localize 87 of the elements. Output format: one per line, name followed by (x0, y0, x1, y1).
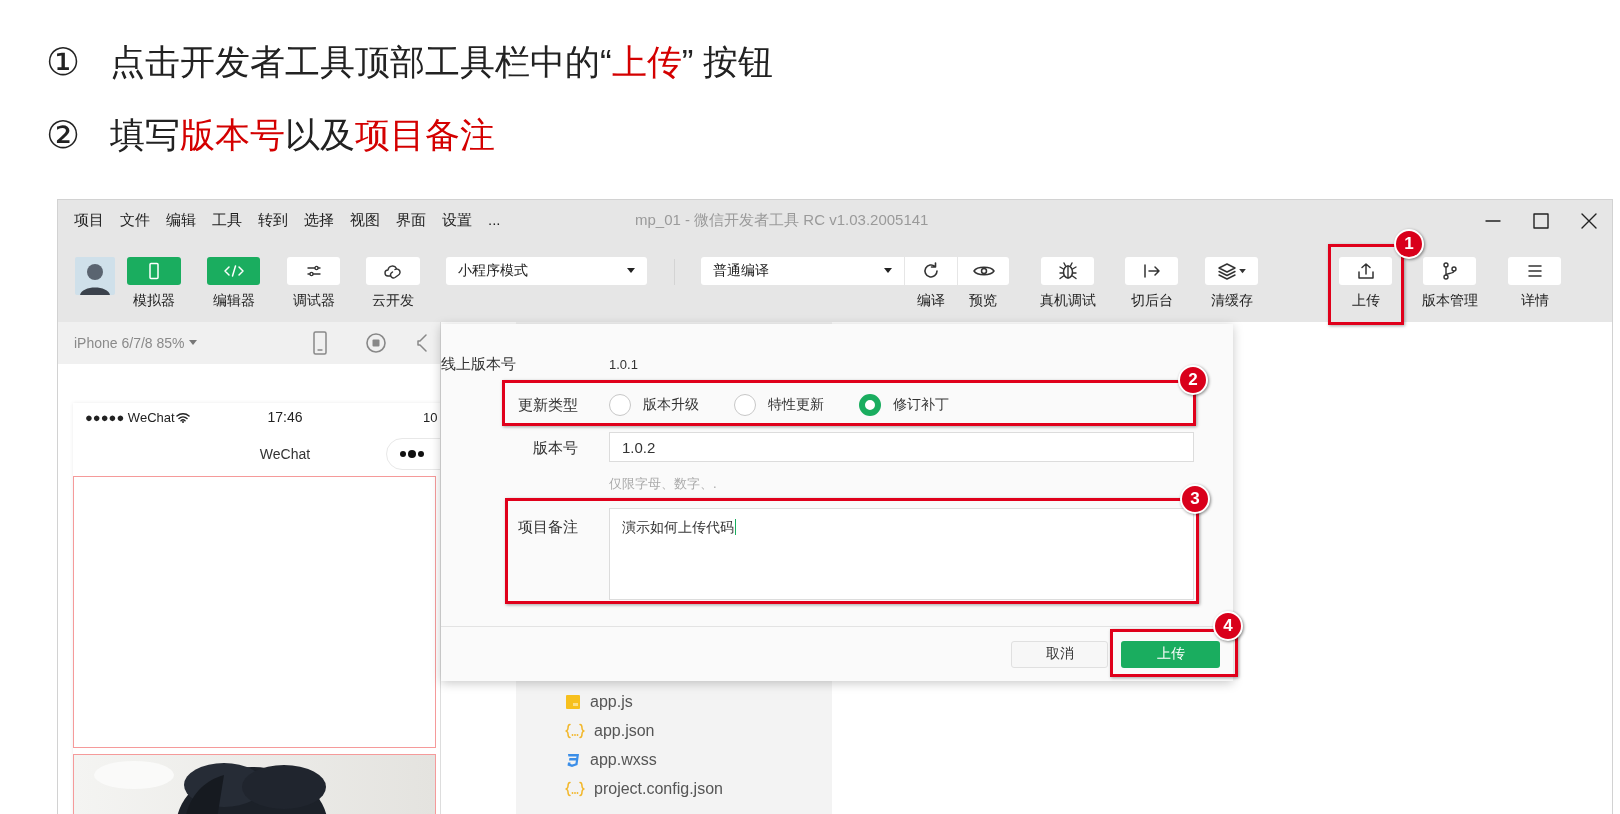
menu-item[interactable]: 编辑 (166, 211, 196, 230)
toolbar-button[interactable] (1508, 257, 1561, 285)
toolbar-button[interactable] (1041, 257, 1094, 285)
button-label: 上传 (1351, 292, 1380, 310)
wifi-icon (175, 411, 190, 423)
menu-item[interactable]: ... (488, 211, 501, 230)
upload-icon (1355, 262, 1376, 280)
field-label: 线上版本号 (441, 354, 517, 374)
more-icon (399, 448, 425, 459)
button-label: 切后台 (1130, 292, 1173, 310)
sliders-icon (304, 264, 323, 278)
exit-arrow-icon (1141, 263, 1162, 279)
button-label: 版本管理 (1421, 292, 1478, 310)
menu-item[interactable]: 工具 (212, 211, 242, 230)
instruction-text: 点击开发者工具顶部工具栏中的“上传” 按钮 (110, 40, 774, 83)
layers-icon (1217, 262, 1237, 280)
step-number: ① (46, 40, 82, 84)
field-label: 版本号 (532, 439, 578, 458)
button-label: 清缓存 (1210, 292, 1253, 310)
file-icon (565, 693, 581, 710)
window-title: mp_01 - 微信开发者工具 RC v1.03.2005141 (635, 211, 929, 230)
button-label: 详情 (1520, 292, 1549, 310)
radio-label[interactable]: 特性更新 (768, 396, 824, 414)
field-hint: 仅限字母、数字、. (609, 475, 718, 493)
toolbar-button[interactable] (366, 257, 420, 285)
speaker-icon[interactable] (417, 332, 427, 354)
page-title: WeChat (259, 445, 311, 462)
version-value: 1.0.1 (609, 355, 639, 374)
toolbar-button[interactable] (957, 257, 1009, 285)
radio-button[interactable] (609, 394, 631, 416)
bug-icon (1056, 261, 1079, 281)
radio-label[interactable]: 版本升级 (643, 396, 699, 414)
button-label: 预览 (969, 292, 997, 310)
menu-item[interactable]: 转到 (258, 211, 288, 230)
cancel-button[interactable]: 取消 (1011, 640, 1108, 668)
caret-icon (1239, 268, 1246, 274)
caret-icon (188, 340, 197, 346)
file-name[interactable]: app.json (594, 721, 655, 740)
file-name[interactable]: project.config.json (594, 779, 723, 798)
phone-icon (146, 262, 162, 280)
record-icon[interactable] (365, 332, 387, 354)
toolbar-button[interactable] (1423, 257, 1476, 285)
caret-icon (627, 268, 635, 274)
instruction-text: 填写版本号以及项目备注 (110, 113, 495, 156)
toolbar-button[interactable] (287, 257, 340, 285)
version-field[interactable]: 1.0.2 (609, 432, 1194, 462)
caret-icon (884, 268, 892, 274)
radio-button[interactable] (859, 394, 881, 416)
compile-dropdown[interactable]: 普通编译 (701, 257, 904, 285)
carrier-text: ●●●●● WeChat (85, 409, 175, 425)
menu-item[interactable]: 项目 (74, 211, 104, 230)
menu-item[interactable]: 界面 (396, 211, 426, 230)
button-label: 真机调试 (1039, 292, 1096, 310)
note-field[interactable]: 演示如何上传代码 (609, 508, 1194, 600)
mode-dropdown[interactable]: 小程序模式 (446, 257, 647, 285)
braces-icon (565, 780, 585, 797)
menu-item[interactable]: 文件 (120, 211, 150, 230)
battery-text: 10 (423, 409, 438, 425)
field-label: 更新类型 (517, 394, 578, 415)
toolbar-button[interactable] (1205, 257, 1258, 285)
toolbar-button[interactable] (1339, 257, 1392, 285)
button-label: 编译 (916, 292, 945, 310)
menu-item[interactable]: 视图 (350, 211, 380, 230)
step-number: ② (46, 113, 82, 157)
button-label: 云开发 (372, 292, 414, 310)
menu-item[interactable]: 选择 (304, 211, 334, 230)
button-label: 调试器 (292, 292, 335, 310)
field-label: 项目备注 (517, 518, 578, 537)
maximize-icon[interactable] (1532, 211, 1550, 230)
close-icon[interactable] (1580, 211, 1598, 230)
cloud-icon (383, 263, 403, 279)
toolbar-button[interactable] (1125, 257, 1178, 285)
button-label: 编辑器 (212, 292, 255, 310)
code-icon (222, 264, 245, 278)
radio-label[interactable]: 修订补丁 (893, 396, 949, 414)
stylesheet-icon (565, 751, 581, 768)
button-label: 模拟器 (133, 292, 175, 310)
radio-button[interactable] (734, 394, 756, 416)
toolbar-button[interactable] (904, 257, 957, 285)
clock-text: 17:46 (266, 409, 304, 425)
file-name[interactable]: app.js (590, 692, 633, 711)
avatar[interactable] (75, 257, 115, 295)
file-name[interactable]: app.wxss (590, 750, 657, 769)
menu-icon (1525, 263, 1544, 279)
braces-icon (565, 722, 585, 739)
menu-item[interactable]: 设置 (442, 211, 472, 230)
branch-icon (1440, 261, 1459, 281)
